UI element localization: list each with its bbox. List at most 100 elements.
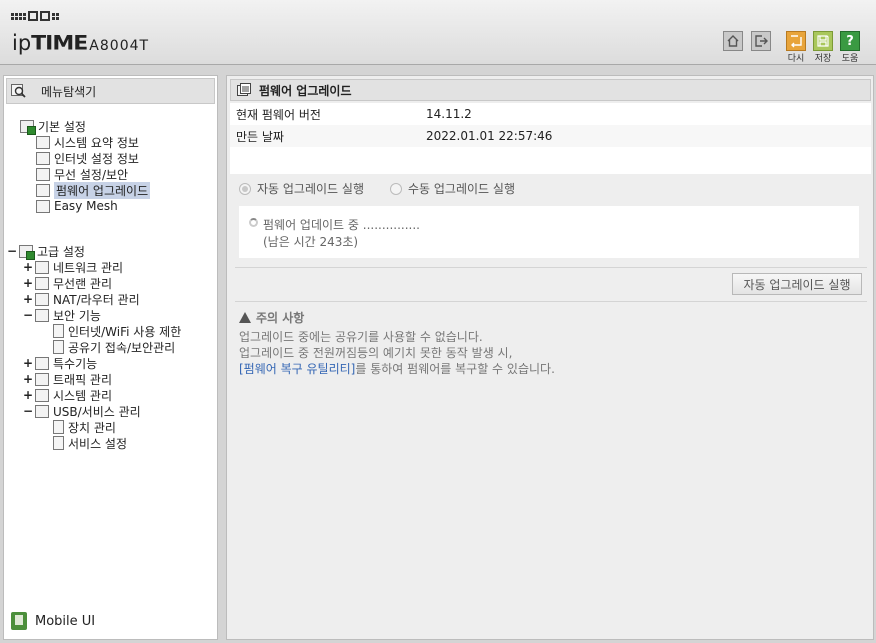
folder-icon: [20, 119, 36, 135]
table-row: 현재 펌웨어 버전 14.11.2: [230, 103, 871, 125]
menu-item-label: 특수기능: [53, 356, 98, 371]
menu-item-label: USB/서비스 관리: [53, 404, 141, 419]
loading-spinner-icon: [249, 218, 258, 227]
menu-item-firmware-upgrade[interactable]: 펌웨어 업그레이드: [36, 181, 151, 199]
content-header: 펌웨어 업그레이드: [230, 79, 871, 101]
recovery-utility-link[interactable]: [펌웨어 복구 유틸리티]: [239, 362, 355, 376]
expand-toggle[interactable]: +: [23, 356, 33, 370]
current-version-value: 14.11.2: [426, 107, 472, 121]
divider: [235, 301, 867, 302]
menu-item-nat-router[interactable]: + NAT/라우터 관리: [23, 291, 140, 307]
expand-toggle[interactable]: +: [23, 276, 33, 290]
collapse-toggle[interactable]: −: [23, 308, 33, 322]
page-title: 펌웨어 업그레이드: [259, 83, 352, 98]
home-button[interactable]: [723, 31, 743, 51]
page-icon: [53, 340, 64, 354]
menu-item-label: 시스템 관리: [53, 388, 113, 403]
menu-item-label: 무선랜 관리: [53, 276, 113, 291]
help-button[interactable]: ?: [840, 31, 860, 51]
help-icon: ?: [846, 33, 854, 49]
menu-explorer-header: 메뉴탐색기: [6, 78, 215, 104]
menu-item-router-access-security[interactable]: 공유기 접속/보안관리: [53, 339, 175, 355]
menu-item-service-settings[interactable]: 서비스 설정: [53, 435, 127, 451]
menu-item-label: NAT/라우터 관리: [53, 292, 140, 307]
upgrade-icon: [36, 183, 50, 197]
menu-item-label: 시스템 요약 정보: [54, 135, 139, 150]
traffic-icon: [35, 372, 49, 386]
table-row: 만든 날짜 2022.01.01 22:57:46: [230, 125, 871, 147]
expand-toggle[interactable]: +: [23, 372, 33, 386]
reload-icon: [791, 35, 802, 48]
mobile-ui-label: Mobile UI: [35, 613, 96, 629]
menu-explorer-panel: 메뉴탐색기 기본 설정 시스템 요약 정보 인터넷 설정 정보 무선 설정/보안…: [3, 75, 218, 640]
menu-item-label: Easy Mesh: [54, 199, 118, 213]
menu-item-internet-settings[interactable]: 인터넷 설정 정보: [36, 150, 139, 166]
model-name: A8004T: [89, 38, 150, 54]
menu-item-wireless-security[interactable]: 무선 설정/보안: [36, 166, 128, 182]
content-panel: 펌웨어 업그레이드 현재 펌웨어 버전 14.11.2 만든 날짜 2022.0…: [226, 75, 874, 640]
menu-item-label: 서비스 설정: [68, 436, 128, 451]
chart-icon: [35, 388, 49, 402]
menu-item-wireless[interactable]: + 무선랜 관리: [23, 275, 112, 291]
mobile-phone-icon: [11, 612, 27, 630]
special-icon: [35, 356, 49, 370]
expand-toggle[interactable]: +: [23, 260, 33, 274]
build-date-value: 2022.01.01 22:57:46: [426, 129, 553, 143]
save-label: 저장: [814, 54, 832, 64]
usb-icon: [35, 404, 49, 418]
collapse-toggle[interactable]: −: [7, 244, 17, 258]
expand-toggle[interactable]: +: [23, 388, 33, 402]
caution-title: 주의 사항: [256, 311, 305, 325]
menu-item-traffic[interactable]: + 트래픽 관리: [23, 371, 112, 387]
wifi-icon: [35, 276, 49, 290]
menu-item-easy-mesh[interactable]: Easy Mesh: [36, 198, 118, 214]
menu-item-security[interactable]: − 보안 기능: [23, 307, 101, 323]
home-icon: [727, 35, 739, 47]
menu-item-label: 네트워크 관리: [53, 260, 124, 275]
auto-upgrade-radio[interactable]: [239, 182, 251, 195]
menu-item-label: 공유기 접속/보안관리: [68, 340, 176, 355]
upgrade-mode-options: 자동 업그레이드 실행 수동 업그레이드 실행: [239, 180, 515, 197]
manual-upgrade-radio[interactable]: [390, 182, 402, 195]
status-text: 펌웨어 업데이트 중 ...............: [263, 218, 420, 232]
current-version-label: 현재 펌웨어 버전: [236, 107, 321, 122]
run-auto-upgrade-button[interactable]: 자동 업그레이드 실행: [732, 273, 862, 295]
save-button[interactable]: [813, 31, 833, 51]
reload-label: 다시: [787, 54, 805, 64]
chart-icon: [36, 135, 50, 149]
caution-line-3: [펌웨어 복구 유틸리티]를 통하여 펌웨어를 복구할 수 있습니다.: [239, 361, 555, 377]
tree-label: 고급 설정: [37, 244, 85, 259]
menu-item-label: 인터넷/WiFi 사용 제한: [68, 324, 182, 339]
tree-basic-settings[interactable]: 기본 설정: [20, 118, 86, 135]
menu-item-system-summary[interactable]: 시스템 요약 정보: [36, 134, 139, 150]
reload-button[interactable]: [786, 31, 806, 51]
manual-upgrade-label: 수동 업그레이드 실행: [408, 182, 515, 196]
menu-item-label: 인터넷 설정 정보: [54, 151, 139, 166]
remaining-time-text: (남은 시간 243초): [263, 235, 359, 249]
mobile-ui-link[interactable]: Mobile UI: [11, 612, 95, 630]
logout-button[interactable]: [751, 31, 771, 51]
iptime-logo: ip TIME A8004T: [12, 31, 149, 56]
menu-item-device-management[interactable]: 장치 관리: [53, 419, 116, 435]
menu-item-network[interactable]: + 네트워크 관리: [23, 259, 123, 275]
tree-label: 기본 설정: [38, 119, 86, 134]
monitor-icon: [36, 151, 50, 165]
expand-toggle[interactable]: +: [23, 292, 33, 306]
collapse-toggle[interactable]: −: [23, 404, 33, 418]
logo-time: TIME: [31, 32, 88, 55]
page-icon: [53, 436, 64, 450]
menu-item-internet-wifi-limit[interactable]: 인터넷/WiFi 사용 제한: [53, 323, 181, 339]
folder-icon: [19, 244, 35, 260]
menu-item-usb-service[interactable]: − USB/서비스 관리: [23, 403, 141, 419]
auto-upgrade-label: 자동 업그레이드 실행: [257, 182, 364, 196]
logout-icon: [755, 35, 768, 47]
menu-item-system[interactable]: + 시스템 관리: [23, 387, 112, 403]
brand-mark-icon: [11, 11, 59, 21]
menu-item-special-functions[interactable]: + 특수기능: [23, 355, 97, 371]
build-date-label: 만든 날짜: [236, 129, 284, 144]
caution-title-row: 주의 사항: [239, 309, 555, 326]
caution-text: 업그레이드 중에는 공유기를 사용할 수 없습니다. 업그레이드 중 전원꺼짐등…: [239, 329, 555, 377]
wifi-icon: [36, 167, 50, 181]
tree-advanced-settings[interactable]: − 고급 설정: [7, 243, 85, 260]
router-icon: [35, 292, 49, 306]
